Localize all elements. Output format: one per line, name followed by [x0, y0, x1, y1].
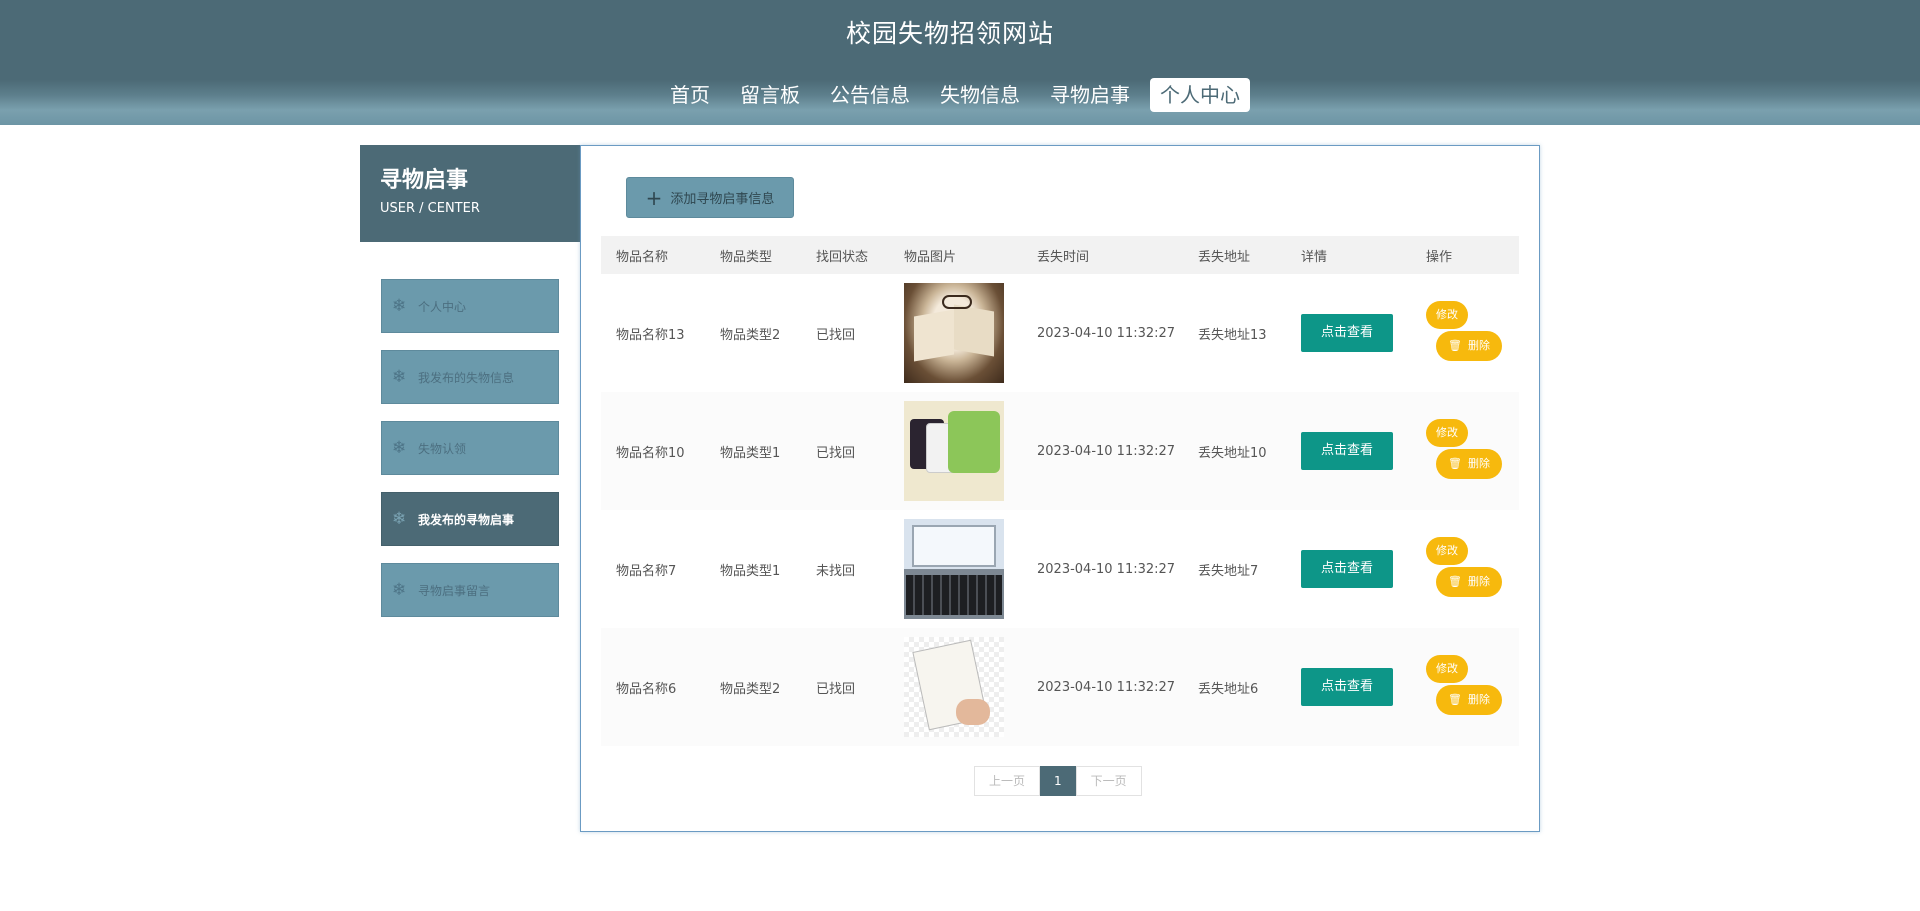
main-nav: 首页 留言板 公告信息 失物信息 寻物启事 个人中心 — [660, 78, 1260, 112]
sidebar-item-label: 我发布的失物信息 — [418, 370, 515, 385]
item-type: 物品类型1 — [720, 563, 781, 579]
column-header: 操作 — [1426, 249, 1453, 265]
plus-icon: + — [645, 185, 663, 210]
main-panel: + 添加寻物启事信息 物品名称 物品类型 找回状态 物品图片 丢失时间 丢失地址… — [580, 145, 1540, 832]
pagination: 上一页 1 下一页 — [974, 766, 1142, 796]
sidebar-item-notice-comments[interactable]: ❄ 寻物启事留言 — [381, 563, 559, 617]
snowflake-icon: ❄ — [392, 296, 407, 316]
item-lost-time: 2023-04-10 11:32:27 — [1037, 325, 1176, 341]
delete-button[interactable]: 🗑 删除 — [1436, 449, 1502, 479]
column-header: 物品类型 — [720, 249, 773, 265]
trash-icon: 🗑 — [1448, 457, 1462, 470]
table-row: 物品名称7 物品类型1 未找回 2023-04-10 11:32:27 丢失地址… — [601, 510, 1519, 628]
item-status: 已找回 — [816, 327, 856, 343]
table-row: 物品名称10 物品类型1 已找回 2023-04-10 11:32:27 丢失地… — [601, 392, 1519, 510]
item-image — [904, 401, 1004, 501]
current-page[interactable]: 1 — [1040, 766, 1076, 796]
prev-page-button[interactable]: 上一页 — [974, 766, 1041, 796]
delete-label: 删除 — [1467, 457, 1490, 470]
item-type: 物品类型1 — [720, 445, 781, 461]
item-type: 物品类型2 — [720, 327, 781, 343]
view-details-button[interactable]: 点击查看 — [1301, 668, 1393, 706]
item-lost-address: 丢失地址13 — [1198, 327, 1267, 343]
item-name: 物品名称6 — [616, 681, 677, 697]
item-type: 物品类型2 — [720, 681, 781, 697]
nav-home[interactable]: 首页 — [660, 78, 720, 112]
sidebar-menu: ❄ 个人中心 ❄ 我发布的失物信息 ❄ 失物认领 ❄ 我发布的寻物启事 ❄ 寻物… — [381, 279, 559, 634]
snowflake-icon: ❄ — [392, 438, 407, 458]
sidebar-title: 寻物启事 — [380, 168, 469, 193]
delete-button[interactable]: 🗑 删除 — [1436, 331, 1502, 361]
delete-button[interactable]: 🗑 删除 — [1436, 567, 1502, 597]
sidebar-item-label: 我发布的寻物启事 — [418, 512, 515, 527]
site-header: 校园失物招领网站 首页 留言板 公告信息 失物信息 寻物启事 个人中心 — [0, 0, 1920, 125]
snowflake-icon: ❄ — [392, 367, 407, 387]
add-notice-button[interactable]: + 添加寻物启事信息 — [626, 177, 794, 218]
item-status: 已找回 — [816, 681, 856, 697]
snowflake-icon: ❄ — [392, 509, 407, 529]
site-title: 校园失物招领网站 — [845, 19, 1054, 48]
sidebar-item-label: 个人中心 — [418, 299, 467, 314]
sidebar-item-my-lost-items[interactable]: ❄ 我发布的失物信息 — [381, 350, 559, 404]
item-lost-address: 丢失地址6 — [1198, 681, 1259, 697]
notices-table: 物品名称 物品类型 找回状态 物品图片 丢失时间 丢失地址 详情 操作 物品名称… — [601, 236, 1519, 746]
item-name: 物品名称10 — [616, 445, 685, 461]
sidebar-item-label: 失物认领 — [418, 441, 467, 456]
item-lost-address: 丢失地址10 — [1198, 445, 1267, 461]
view-details-button[interactable]: 点击查看 — [1301, 314, 1393, 352]
nav-lost-items[interactable]: 失物信息 — [930, 78, 1030, 112]
table-row: 物品名称6 物品类型2 已找回 2023-04-10 11:32:27 丢失地址… — [601, 628, 1519, 746]
item-name: 物品名称7 — [616, 563, 677, 579]
delete-label: 删除 — [1467, 339, 1490, 352]
sidebar-item-label: 寻物启事留言 — [418, 583, 491, 598]
trash-icon: 🗑 — [1448, 693, 1462, 706]
column-header: 物品名称 — [616, 249, 669, 265]
sidebar-item-claims[interactable]: ❄ 失物认领 — [381, 421, 559, 475]
sidebar-header: 寻物启事 USER / CENTER — [360, 145, 580, 242]
edit-button[interactable]: 修改 — [1426, 301, 1468, 329]
table-row: 物品名称13 物品类型2 已找回 2023-04-10 11:32:27 丢失地… — [601, 274, 1519, 392]
view-details-button[interactable]: 点击查看 — [1301, 432, 1393, 470]
edit-button[interactable]: 修改 — [1426, 419, 1468, 447]
edit-button[interactable]: 修改 — [1426, 537, 1468, 565]
nav-message-board[interactable]: 留言板 — [730, 78, 810, 112]
trash-icon: 🗑 — [1448, 339, 1462, 352]
table-header-row: 物品名称 物品类型 找回状态 物品图片 丢失时间 丢失地址 详情 操作 — [601, 236, 1519, 274]
nav-announcements[interactable]: 公告信息 — [820, 78, 920, 112]
column-header: 详情 — [1301, 249, 1328, 265]
column-header: 丢失地址 — [1198, 249, 1251, 265]
sidebar-subtitle: USER / CENTER — [380, 201, 480, 216]
item-lost-time: 2023-04-10 11:32:27 — [1037, 561, 1176, 577]
add-notice-label: 添加寻物启事信息 — [670, 192, 775, 207]
item-image — [904, 519, 1004, 619]
view-details-button[interactable]: 点击查看 — [1301, 550, 1393, 588]
snowflake-icon: ❄ — [392, 580, 407, 600]
nav-lost-notices[interactable]: 寻物启事 — [1040, 78, 1140, 112]
item-lost-time: 2023-04-10 11:32:27 — [1037, 443, 1176, 459]
item-status: 未找回 — [816, 563, 856, 579]
delete-label: 删除 — [1467, 575, 1490, 588]
item-status: 已找回 — [816, 445, 856, 461]
column-header: 丢失时间 — [1037, 249, 1090, 265]
item-image — [904, 637, 1004, 737]
column-header: 物品图片 — [904, 249, 957, 265]
delete-label: 删除 — [1467, 693, 1490, 706]
sidebar-item-my-lost-notices[interactable]: ❄ 我发布的寻物启事 — [381, 492, 559, 546]
item-name: 物品名称13 — [616, 327, 685, 343]
item-lost-time: 2023-04-10 11:32:27 — [1037, 679, 1176, 695]
item-image — [904, 283, 1004, 383]
trash-icon: 🗑 — [1448, 575, 1462, 588]
nav-user-center[interactable]: 个人中心 — [1150, 78, 1250, 112]
delete-button[interactable]: 🗑 删除 — [1436, 685, 1502, 715]
column-header: 找回状态 — [816, 249, 869, 265]
sidebar-item-user-center[interactable]: ❄ 个人中心 — [381, 279, 559, 333]
next-page-button[interactable]: 下一页 — [1075, 766, 1142, 796]
item-lost-address: 丢失地址7 — [1198, 563, 1259, 579]
edit-button[interactable]: 修改 — [1426, 655, 1468, 683]
